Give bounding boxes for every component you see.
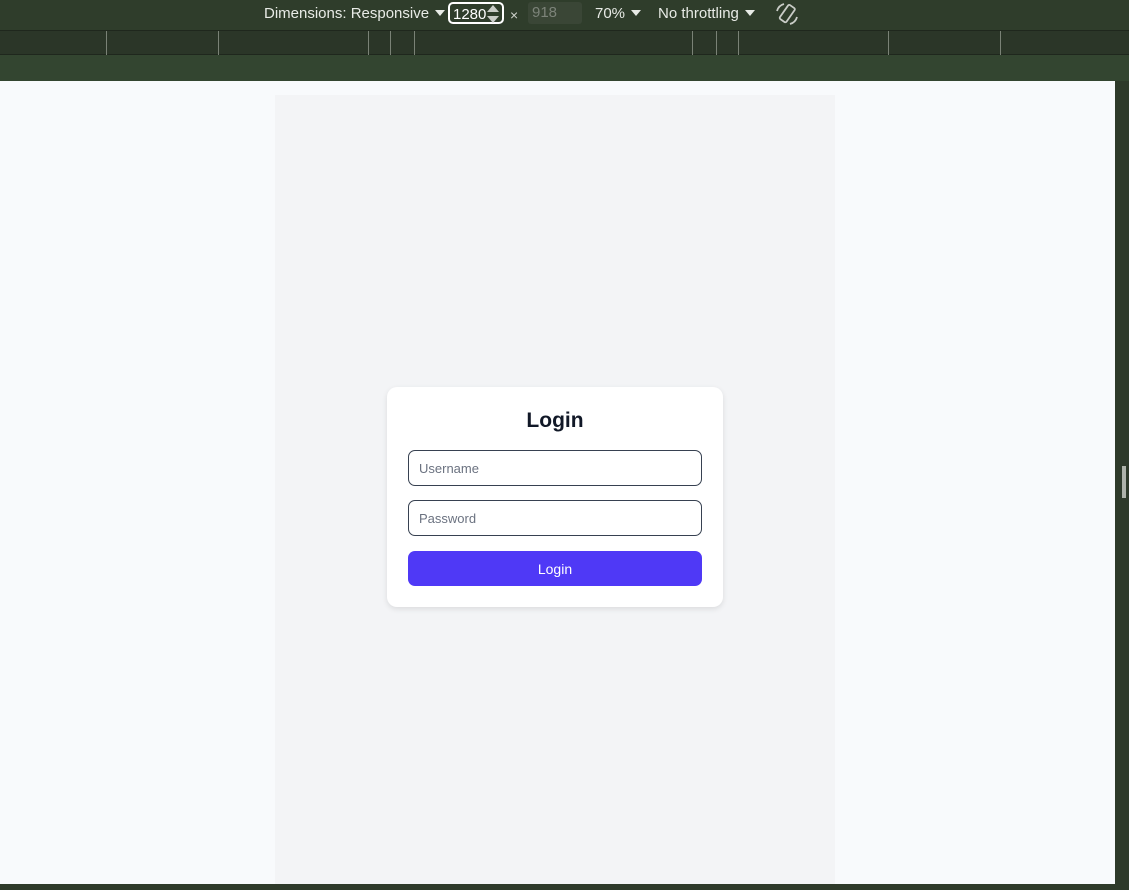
ruler-tick <box>218 31 219 55</box>
login-card: Login Login <box>387 387 723 607</box>
rotate-device-icon[interactable] <box>774 2 800 26</box>
device-toolbar: Dimensions: Responsive 1280 × 918 70% No… <box>0 0 1129 30</box>
responsive-viewport: Login Login <box>0 81 1115 884</box>
chevron-down-icon <box>631 10 642 17</box>
throttling-dropdown[interactable]: No throttling <box>658 5 755 22</box>
bottom-edge <box>0 884 1129 890</box>
width-stepper[interactable] <box>487 5 499 23</box>
ruler-tick <box>1000 31 1001 55</box>
chevron-down-icon <box>435 10 446 17</box>
stepper-down-icon[interactable] <box>487 16 499 23</box>
device-frame: Login Login <box>275 95 835 884</box>
device-ruler <box>0 55 1129 81</box>
ruler-tick <box>106 31 107 55</box>
ruler-tick <box>888 31 889 55</box>
dimensions-label: Dimensions: Responsive <box>264 5 430 22</box>
ruler-tick <box>738 31 739 55</box>
ruler-tick <box>716 31 717 55</box>
login-button[interactable]: Login <box>408 551 702 586</box>
username-input[interactable] <box>408 450 702 486</box>
width-value: 1280 <box>453 6 487 23</box>
zoom-label: 70% <box>595 5 626 22</box>
ruler-tick <box>692 31 693 55</box>
ruler-tick <box>414 31 415 55</box>
password-input[interactable] <box>408 500 702 536</box>
height-input[interactable]: 918 <box>528 2 582 24</box>
times-symbol: × <box>510 7 519 23</box>
login-title: Login <box>526 409 584 432</box>
ruler-tick <box>390 31 391 55</box>
resize-handle[interactable] <box>1122 466 1126 498</box>
stepper-up-icon[interactable] <box>487 5 499 12</box>
height-value: 918 <box>532 4 558 21</box>
zoom-dropdown[interactable]: 70% <box>595 5 642 22</box>
throttling-label: No throttling <box>658 5 739 22</box>
chevron-down-icon <box>744 10 755 17</box>
width-input[interactable]: 1280 <box>448 2 504 24</box>
media-query-ruler <box>0 30 1129 55</box>
dimensions-dropdown[interactable]: Dimensions: Responsive <box>264 5 446 22</box>
ruler-tick <box>368 31 369 55</box>
